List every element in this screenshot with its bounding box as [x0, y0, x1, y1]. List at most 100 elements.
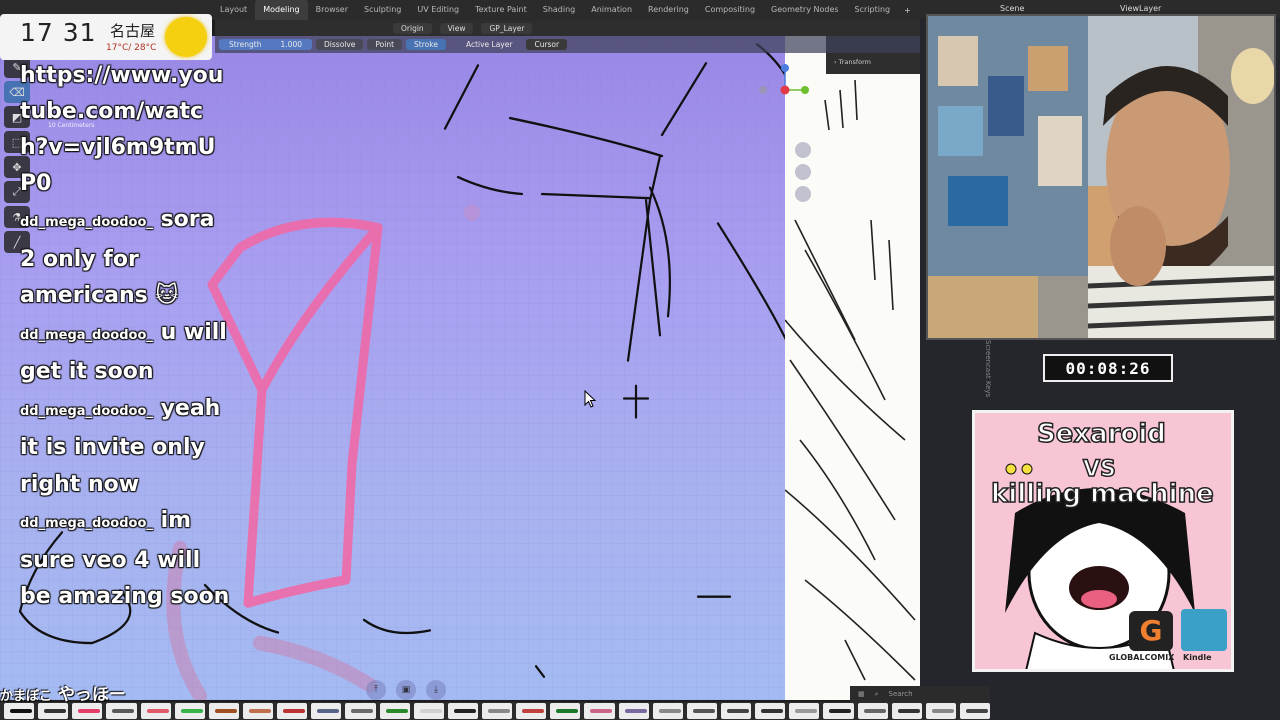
tab-scripting[interactable]: Scripting — [847, 0, 899, 20]
globalcomix-logo: G — [1129, 611, 1173, 651]
clock-temp: 17°C/ 28°C — [106, 43, 157, 53]
tab-compositing[interactable]: Compositing — [697, 0, 763, 20]
brush-preset[interactable] — [755, 703, 786, 719]
brush-stroke-icon — [692, 709, 715, 713]
brush-stroke-icon — [897, 709, 920, 713]
brush-stroke-icon — [44, 709, 67, 713]
scene-label[interactable]: Scene — [1000, 4, 1024, 13]
chat-user: dd_mega_doodoo_ — [20, 327, 153, 343]
tab-animation[interactable]: Animation — [583, 0, 640, 20]
brush-stroke-icon — [351, 709, 374, 713]
brush-stroke-icon — [965, 709, 988, 713]
asset-search[interactable]: ▦ ⌕ Search — [850, 686, 990, 702]
viewlayer-label[interactable]: ViewLayer — [1120, 4, 1161, 13]
brush-preset[interactable] — [550, 703, 581, 719]
zoom-icon[interactable] — [795, 142, 811, 158]
brush-preset[interactable] — [652, 703, 683, 719]
brush-stroke-icon — [180, 709, 203, 713]
cover-title-1: Sexaroid — [1036, 418, 1166, 450]
tab-modeling[interactable]: Modeling — [255, 0, 308, 20]
origin-dropdown[interactable]: Origin — [393, 22, 432, 34]
brush-stroke-icon — [146, 709, 169, 713]
tab-browser[interactable]: Browser — [308, 0, 356, 20]
tool-header: Strength 1.000 Dissolve Point Stroke Act… — [215, 36, 920, 53]
strength-label: Strength — [229, 40, 262, 49]
grid-icon[interactable]: ▦ — [858, 690, 865, 698]
brush-preset[interactable] — [413, 703, 444, 719]
brush-preset[interactable] — [584, 703, 615, 719]
brush-preset[interactable] — [516, 703, 547, 719]
chat-user: dd_mega_doodoo_ — [20, 516, 153, 531]
chat-overlay: https://www.youtube.com/watch?v=vjl6m9tm… — [20, 58, 230, 616]
brush-preset[interactable] — [447, 703, 478, 719]
active-layer-toggle[interactable]: Active Layer — [460, 39, 519, 50]
add-workspace-button[interactable]: + — [898, 6, 917, 15]
brush-stroke-icon — [385, 709, 408, 713]
brush-preset[interactable] — [789, 703, 820, 719]
brush-stroke-icon — [487, 709, 510, 713]
tab-shading[interactable]: Shading — [535, 0, 584, 20]
z-axis-icon[interactable] — [781, 64, 789, 72]
brush-stroke-icon — [419, 709, 442, 713]
app-root: 10 Centimeters › Transform Scene ViewLay… — [0, 0, 1280, 720]
brush-preset[interactable] — [720, 703, 752, 719]
brush-preset[interactable] — [4, 703, 35, 719]
chat-message: dd_mega_doodoo_ im sure veo 4 will be am… — [20, 503, 230, 616]
tab-sculpting[interactable]: Sculpting — [356, 0, 409, 20]
chat-message: dd_mega_doodoo_ u will get it soon — [20, 315, 230, 391]
brush-stroke-icon — [624, 709, 647, 713]
brush-preset[interactable] — [481, 703, 513, 719]
brush-preset[interactable] — [208, 703, 239, 719]
brush-preset[interactable] — [925, 703, 956, 719]
tab-texture-paint[interactable]: Texture Paint — [467, 0, 535, 20]
y-axis-icon[interactable] — [801, 86, 809, 94]
brush-preset[interactable] — [311, 703, 342, 719]
publisher-1: GLOBALCOMIX — [1109, 653, 1175, 662]
brush-stroke-icon — [726, 709, 749, 713]
tab-layout[interactable]: Layout — [212, 0, 255, 20]
layer-dropdown[interactable]: GP_Layer — [481, 22, 533, 34]
jump-end-icon[interactable]: ⤓ — [426, 680, 446, 700]
brush-preset[interactable] — [242, 703, 274, 719]
brush-preset[interactable] — [72, 703, 103, 719]
brush-preset[interactable] — [618, 703, 649, 719]
tab-geometry-nodes[interactable]: Geometry Nodes — [763, 0, 846, 20]
view-dropdown[interactable]: View — [439, 22, 474, 34]
camera-icon[interactable] — [795, 186, 811, 202]
undo-redo-controls: ⤒ ▣ ⤓ — [366, 680, 446, 700]
brush-preset[interactable] — [823, 703, 854, 719]
brush-preset[interactable] — [379, 703, 410, 719]
brush-stroke-icon — [78, 709, 101, 713]
stroke-button[interactable]: Stroke — [406, 39, 446, 50]
brush-preset[interactable] — [277, 703, 308, 719]
brush-preset[interactable] — [891, 703, 922, 719]
jump-start-icon[interactable]: ⤒ — [366, 680, 386, 700]
cursor-dropdown[interactable]: Cursor — [526, 39, 568, 50]
brush-stroke-icon — [556, 709, 579, 713]
point-button[interactable]: Point — [367, 39, 403, 50]
x-axis-icon[interactable] — [780, 85, 790, 95]
brush-preset[interactable] — [959, 703, 991, 719]
dissolve-button[interactable]: Dissolve — [316, 39, 364, 50]
pan-icon[interactable] — [795, 164, 811, 180]
brush-preset[interactable] — [174, 703, 205, 719]
strength-value: 1.000 — [280, 40, 303, 49]
stream-timer: 00:08:26 — [1043, 354, 1173, 382]
chat-user: dd_mega_doodoo_ — [20, 403, 153, 419]
frame-icon[interactable]: ▣ — [396, 680, 416, 700]
chat-latest: かまぼこ やっほー — [0, 680, 210, 705]
brush-preset[interactable] — [38, 703, 69, 719]
brush-preset[interactable] — [686, 703, 717, 719]
tab-uv-editing[interactable]: UV Editing — [409, 0, 467, 20]
brush-preset[interactable] — [345, 703, 376, 719]
chat-message: dd_mega_doodoo_ yeah it is invite only r… — [20, 391, 230, 504]
strength-field[interactable]: Strength 1.000 — [219, 39, 313, 50]
brush-preset[interactable] — [857, 703, 888, 719]
tab-rendering[interactable]: Rendering — [640, 0, 697, 20]
brush-preset[interactable] — [140, 703, 171, 719]
brush-preset[interactable] — [106, 703, 137, 719]
brush-stroke-icon — [10, 709, 32, 713]
brush-stroke-icon — [931, 709, 954, 713]
navigation-gizmo[interactable] — [755, 58, 815, 208]
webcam-feed — [926, 14, 1276, 340]
